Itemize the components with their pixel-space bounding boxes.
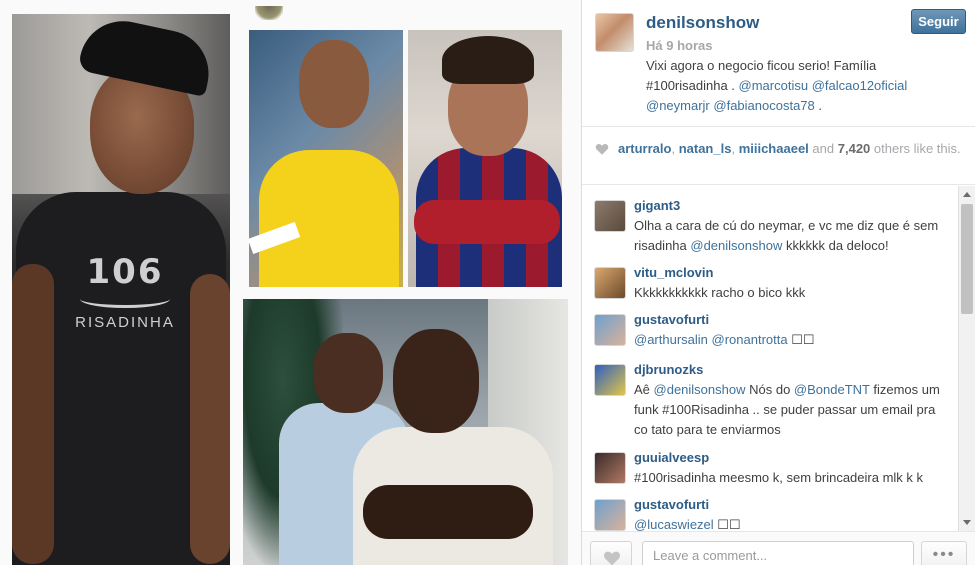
author-username[interactable]: denilsonshow (646, 13, 759, 33)
caption-mention[interactable]: @falcao12oficial (812, 78, 908, 93)
shirt-print-number: 106 (86, 252, 164, 292)
photo-crossed-arms (414, 200, 560, 244)
more-options-button[interactable]: ••• (921, 541, 967, 565)
comment-text-part: Kkkkkkkkkkk racho o bico kkk (634, 285, 806, 300)
comment-mention[interactable]: @arthursalin @ronantrotta (634, 332, 788, 347)
photo-panel-two-men (243, 299, 568, 565)
comment-text: Olha a cara de cú do neymar, e vc me diz… (634, 216, 949, 256)
author-avatar[interactable] (595, 13, 634, 52)
photo-arm-left (12, 264, 54, 564)
commenter-username[interactable]: vitu_mclovin (634, 265, 713, 280)
heart-icon (603, 551, 621, 565)
commenter-avatar[interactable] (594, 314, 626, 346)
comment-text: Aê @denilsonshow Nós do @BondeTNT fizemo… (634, 380, 949, 440)
photo-panel-player-yellow (249, 30, 403, 287)
photo-hair (442, 36, 534, 84)
scroll-down-arrow-icon[interactable] (963, 520, 971, 525)
photo-head-front (393, 329, 479, 433)
post-details-panel: denilsonshow Seguir Há 9 horas Vixi agor… (582, 0, 975, 565)
commenter-avatar[interactable] (594, 364, 626, 396)
likes-summary: arturralo, natan_ls, miiichaaeel and 7,4… (582, 128, 975, 185)
photo-yellow-jersey (259, 150, 399, 287)
liker-username[interactable]: arturralo (618, 141, 671, 156)
comment-mention[interactable]: @denilsonshow (654, 382, 746, 397)
photo-panel-top-sliver (255, 6, 283, 20)
likes-and: and (812, 141, 835, 156)
comment-text: #100risadinha meesmo k, sem brincadeira … (634, 468, 949, 488)
comment-text: @arthursalin @ronantrotta ☐☐ (634, 330, 949, 350)
comment-text-part: Aê (634, 382, 654, 397)
commenter-username[interactable]: gigant3 (634, 198, 680, 213)
shirt-print-smile (80, 290, 170, 308)
comment-text-part: kkkkkk da deloco! (782, 238, 889, 253)
likes-text: arturralo, natan_ls, miiichaaeel and 7,4… (618, 141, 961, 156)
comment-mention[interactable]: @denilsonshow (690, 238, 782, 253)
comment-text-part: Nós do (745, 382, 794, 397)
commenter-username[interactable]: gustavofurti (634, 312, 709, 327)
post-caption: Vixi agora o negocio ficou serio! Famíli… (646, 56, 946, 116)
like-button[interactable] (590, 541, 632, 565)
comments-scrollbar[interactable] (958, 186, 975, 531)
heart-icon (595, 144, 609, 155)
photo-panel-player-striped (408, 30, 562, 287)
instagram-post-viewer: 106 RISADINHA denilsonshow Seguir Há 9 h… (0, 0, 975, 565)
photo-head (299, 40, 369, 128)
comment-text-part: ☐☐ (787, 332, 815, 347)
commenter-username[interactable]: djbrunozks (634, 362, 703, 377)
post-header: denilsonshow Seguir Há 9 horas Vixi agor… (582, 0, 975, 127)
likes-suffix: others like this. (873, 141, 961, 156)
commenter-avatar[interactable] (594, 499, 626, 531)
commenter-username[interactable]: guuialveesp (634, 450, 709, 465)
commenter-avatar[interactable] (594, 267, 626, 299)
scroll-up-arrow-icon[interactable] (963, 192, 971, 197)
comment-mention[interactable]: @lucaswiezel (634, 517, 714, 531)
photo-crossed-arms (363, 485, 533, 539)
caption-mention[interactable]: @fabianocosta78 (713, 98, 814, 113)
shirt-print-word: RISADINHA (75, 314, 175, 331)
liker-username[interactable]: miiichaaeel (739, 141, 809, 156)
photo-head-back (313, 333, 383, 413)
scrollbar-thumb[interactable] (961, 204, 973, 314)
comment-text: Kkkkkkkkkkk racho o bico kkk (634, 283, 949, 303)
comments-list[interactable]: gigant3 Olha a cara de cú do neymar, e v… (582, 186, 975, 531)
photo-arm-right (190, 274, 230, 564)
liker-username[interactable]: natan_ls (679, 141, 732, 156)
caption-mention[interactable]: @neymarjr (646, 98, 710, 113)
comment-text-part: #100risadinha meesmo k, sem brincadeira … (634, 470, 924, 485)
comment-input[interactable]: Leave a comment... (642, 541, 914, 565)
commenter-avatar[interactable] (594, 200, 626, 232)
comment-composer: Leave a comment... ••• (582, 531, 975, 565)
caption-end: . (814, 98, 823, 113)
comment-text-part: ☐☐ (713, 517, 741, 531)
post-timestamp[interactable]: Há 9 horas (646, 38, 712, 53)
follow-button[interactable]: Seguir (911, 9, 966, 34)
comment-text: @lucaswiezel ☐☐ (634, 515, 949, 531)
commenter-username[interactable]: gustavofurti (634, 497, 709, 512)
caption-mention[interactable]: @marcotisu (739, 78, 809, 93)
shirt-print: 106 RISADINHA (70, 252, 180, 331)
commenter-avatar[interactable] (594, 452, 626, 484)
likes-count[interactable]: 7,420 (838, 141, 871, 156)
post-photo[interactable]: 106 RISADINHA (0, 0, 582, 565)
photo-panel-man-in-cap: 106 RISADINHA (12, 14, 230, 565)
comment-mention[interactable]: @BondeTNT (794, 382, 870, 397)
